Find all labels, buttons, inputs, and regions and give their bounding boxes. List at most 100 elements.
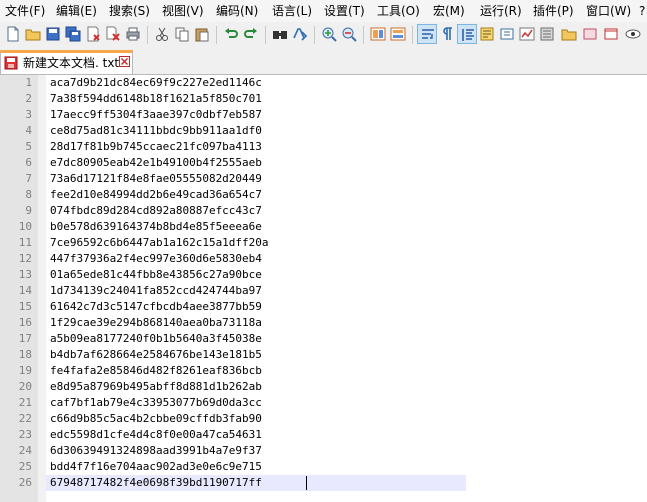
menu-tools[interactable]: 工具(O) xyxy=(375,0,422,22)
line-number: 10 xyxy=(18,220,32,233)
folder-workspace-icon[interactable] xyxy=(559,24,579,44)
close-all-icon[interactable] xyxy=(103,24,123,44)
show-all-characters-icon[interactable] xyxy=(437,24,457,44)
line-number: 14 xyxy=(18,284,32,297)
menu-encoding[interactable]: 编码(N) xyxy=(214,0,260,22)
code-line[interactable]: a5b09ea8177240f0b1b5640a3f45038e xyxy=(50,331,262,347)
menu-plugins[interactable]: 插件(P) xyxy=(531,0,576,22)
code-line[interactable]: 074fbdc89d284cd892a80887efcc43c7 xyxy=(50,203,262,219)
line-number: 22 xyxy=(18,412,32,425)
line-number: 7 xyxy=(25,172,32,185)
code-line[interactable]: ce8d75ad81c34111bbdc9bb911aa1df0 xyxy=(50,123,262,139)
menu-edit[interactable]: 编辑(E) xyxy=(54,0,99,22)
line-number: 21 xyxy=(18,396,32,409)
code-line[interactable]: fe4fafa2e85846d482f8261eaf836bcb xyxy=(50,363,262,379)
menu-view[interactable]: 视图(V) xyxy=(160,0,206,22)
line-number: 19 xyxy=(18,364,32,377)
sync-horizontal-icon[interactable] xyxy=(388,24,408,44)
line-number: 12 xyxy=(18,252,32,265)
code-line[interactable]: 17aecc9ff5304f3aae397c0dbf7eb587 xyxy=(50,107,262,123)
menu-language[interactable]: 语言(L) xyxy=(270,0,314,22)
document-map-icon[interactable] xyxy=(477,24,497,44)
cut-icon[interactable] xyxy=(152,24,172,44)
redo-icon[interactable] xyxy=(241,24,261,44)
save-icon[interactable] xyxy=(43,24,63,44)
indent-guide-icon[interactable] xyxy=(457,24,477,44)
text-editor[interactable]: 1 2 3 4 5 6 7 8 9 10 11 12 13 14 15 16 17 18 19 20 21 22 23 24 2… xyxy=(0,75,647,502)
close-icon[interactable] xyxy=(119,56,130,67)
line-number: 18 xyxy=(18,348,32,361)
code-line[interactable]: 7ce96592c6b6447ab1a162c15a1dff20a xyxy=(50,235,269,251)
line-number: 3 xyxy=(25,108,32,121)
code-line[interactable]: aca7d9b21dc84ec69f9c227e2ed1146c xyxy=(50,75,262,91)
menu-window[interactable]: 窗口(W) xyxy=(584,0,633,22)
replace-icon[interactable] xyxy=(290,24,310,44)
monitoring-icon[interactable] xyxy=(517,24,537,44)
code-line[interactable]: 1d734139c24041fa852ccd424744ba97 xyxy=(50,283,262,299)
code-line[interactable]: 1f29cae39e294b868140aea0ba73118a xyxy=(50,315,262,331)
paste-icon[interactable] xyxy=(192,24,212,44)
line-number: 11 xyxy=(18,236,32,249)
menu-run[interactable]: 运行(R) xyxy=(478,0,524,22)
menu-macro[interactable]: 宏(M) xyxy=(431,0,467,22)
code-line[interactable]: 61642c7d3c5147cfbcdb4aee3877bb59 xyxy=(50,299,262,315)
menu-settings[interactable]: 设置(T) xyxy=(322,0,367,22)
code-line[interactable]: b0e578d639164374b8bd4e85f5eeea6e xyxy=(50,219,262,235)
save-icon xyxy=(4,55,18,74)
code-line[interactable]: 01a65ede81c44fbb8e43856c27a90bce xyxy=(50,267,262,283)
monitoring-icon[interactable] xyxy=(623,24,643,44)
tab-label: 新建文本文档. txt xyxy=(23,56,120,70)
code-line[interactable]: 28d17f81b9b745ccaec21fc097ba4113 xyxy=(50,139,262,155)
line-number: 15 xyxy=(18,300,32,313)
line-number: 17 xyxy=(18,332,32,345)
code-line[interactable]: 6d30639491324898aad3991b4a7e9f37 xyxy=(50,443,262,459)
line-number: 9 xyxy=(25,204,32,217)
line-number: 16 xyxy=(18,316,32,329)
code-line[interactable]: 67948717482f4e0698f39bd1190717ff xyxy=(50,475,262,491)
code-line[interactable]: c66d9b85c5ac4b2cbbe09cffdb3fab90 xyxy=(50,411,262,427)
fold-margin[interactable] xyxy=(38,75,46,502)
code-line[interactable]: caf7bf1ab79e4c33953077b69d0da3cc xyxy=(50,395,262,411)
zoom-out-icon[interactable] xyxy=(339,24,359,44)
line-number: 23 xyxy=(18,428,32,441)
word-wrap-icon[interactable] xyxy=(417,24,437,44)
undo-icon[interactable] xyxy=(221,24,241,44)
save-all-icon[interactable] xyxy=(63,24,83,44)
code-line[interactable]: e7dc80905eab42e1b49100b4f2555aeb xyxy=(50,155,262,171)
toolbar xyxy=(0,22,647,49)
sync-vertical-icon[interactable] xyxy=(368,24,388,44)
code-line[interactable]: 7a38f594dd6148b18f1621a5f850c701 xyxy=(50,91,262,107)
code-line[interactable]: bdd4f7f16e704aac902ad3e0e6c9e715 xyxy=(50,459,262,475)
zoom-in-icon[interactable] xyxy=(319,24,339,44)
tab-bar: 新建文本文档. txt xyxy=(0,48,647,75)
folder-workspace-icon[interactable] xyxy=(601,24,621,44)
copy-icon[interactable] xyxy=(172,24,192,44)
code-line[interactable]: 447f37936a2f4ec997e360d6e5830eb4 xyxy=(50,251,262,267)
close-icon[interactable] xyxy=(83,24,103,44)
menu-file[interactable]: 文件(F) xyxy=(3,0,47,22)
menu-help[interactable]: ? xyxy=(637,0,647,22)
tab-document[interactable]: 新建文本文档. txt xyxy=(0,50,133,74)
line-number: 1 xyxy=(25,76,32,89)
code-line[interactable]: e8d95a87969b495abff8d881d1b262ab xyxy=(50,379,262,395)
code-line[interactable]: edc5598d1cfe4d4c8f0e00a47ca54631 xyxy=(50,427,262,443)
print-icon[interactable] xyxy=(123,24,143,44)
code-line[interactable]: fee2d10e84994dd2b6e49cad36a654c7 xyxy=(50,187,262,203)
code-line[interactable]: b4db7af628664e2584676be143e181b5 xyxy=(50,347,262,363)
menu-search[interactable]: 搜索(S) xyxy=(107,0,152,22)
line-number: 2 xyxy=(25,92,32,105)
code-line[interactable]: 73a6d17121f84e8fae05555082d20449 xyxy=(50,171,262,187)
line-number-gutter: 1 2 3 4 5 6 7 8 9 10 11 12 13 14 15 16 17 18 19 20 21 22 23 24 2… xyxy=(0,75,38,502)
open-file-icon[interactable] xyxy=(23,24,43,44)
function-list-icon[interactable] xyxy=(497,24,517,44)
line-number: 8 xyxy=(25,188,32,201)
function-list-icon[interactable] xyxy=(537,24,557,44)
find-icon[interactable] xyxy=(270,24,290,44)
document-map-icon[interactable] xyxy=(580,24,600,44)
menu-bar: 文件(F) 编辑(E) 搜索(S) 视图(V) 编码(N) 语言(L) 设置(T… xyxy=(0,0,647,22)
new-file-icon[interactable] xyxy=(3,24,23,44)
line-number: 20 xyxy=(18,380,32,393)
line-number: 6 xyxy=(25,156,32,169)
line-number: 13 xyxy=(18,268,32,281)
line-number: 24 xyxy=(18,444,32,457)
